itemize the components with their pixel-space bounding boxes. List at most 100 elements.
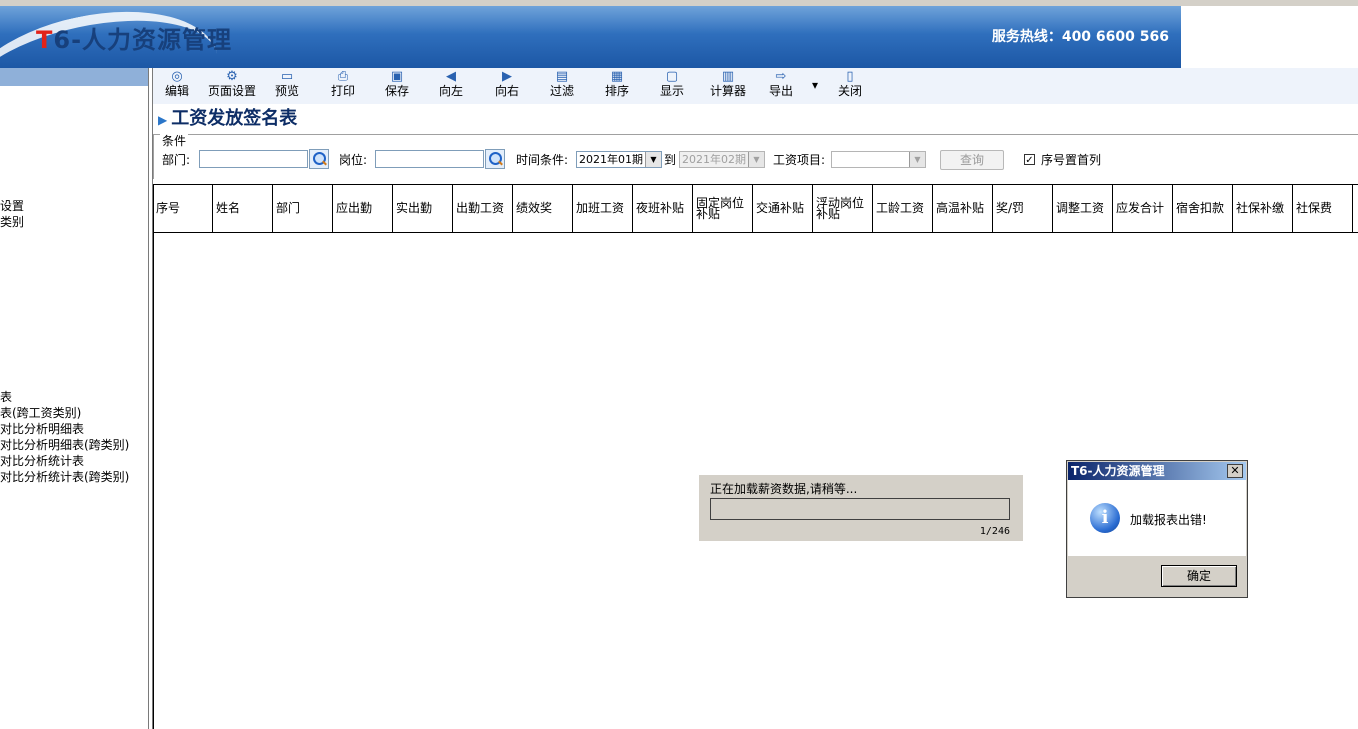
nav-item[interactable]: 设置: [0, 198, 24, 214]
column-header[interactable]: 奖/罚: [993, 185, 1053, 232]
toolbar: ◎ 编辑 ⚙ 页面设置 ▭ 预览 ⎙ 打印 ▣ 保存 ◀ 向左 ▶ 向右 ▤ 过滤 ▦ 排序 ▢ 显…: [153, 68, 1358, 104]
button-label: 保存: [384, 84, 409, 98]
export-dropdown-arrow[interactable]: ▾: [809, 78, 821, 92]
button-label: 关闭: [837, 84, 862, 98]
period-from-value: 2021年01期: [579, 153, 643, 166]
conditions-legend: 条件: [160, 134, 189, 148]
period-to-value: 2021年02期: [682, 153, 746, 166]
column-header[interactable]: 应出勤: [333, 185, 393, 232]
column-header[interactable]: 姓名: [213, 185, 273, 232]
post-search-button[interactable]: [485, 149, 505, 169]
column-header[interactable]: 序号: [153, 185, 213, 232]
column-header[interactable]: 工龄工资: [873, 185, 933, 232]
edit-button[interactable]: ◎ 编辑: [163, 69, 191, 99]
dialog-title: T6-人力资源管理: [1071, 464, 1165, 478]
preview-button[interactable]: ▭ 预览: [273, 69, 301, 99]
nav-item[interactable]: 表(跨工资类别): [0, 405, 81, 421]
to-label: 到: [664, 153, 677, 167]
button-label: 打印: [330, 84, 355, 98]
column-header[interactable]: 社保补缴: [1233, 185, 1293, 232]
nav-item[interactable]: 对比分析明细表(跨类别): [0, 437, 129, 453]
move-left-button[interactable]: ◀ 向左: [437, 69, 465, 99]
chevron-down-icon: ▼: [909, 152, 925, 167]
nav-item[interactable]: 类别: [0, 214, 24, 230]
nav-item[interactable]: 对比分析统计表: [0, 453, 84, 469]
loading-message: 正在加载薪资数据,请稍等...: [710, 482, 858, 496]
title-arrow-icon: ▶: [158, 113, 168, 127]
calculator-icon: ▥: [721, 69, 735, 84]
save-icon: ▣: [390, 69, 404, 84]
logo-letter: T: [36, 26, 54, 54]
dialog-close-button[interactable]: ✕: [1227, 464, 1243, 478]
export-button[interactable]: ⇨ 导出: [767, 69, 795, 99]
column-header[interactable]: 高温补贴: [933, 185, 993, 232]
column-header[interactable]: 加班工资: [573, 185, 633, 232]
arrow-left-icon: ◀: [446, 69, 456, 84]
dept-label: 部门:: [162, 153, 191, 167]
banner-blank: [1181, 6, 1358, 68]
nav-item[interactable]: 对比分析统计表(跨类别): [0, 469, 129, 485]
print-button[interactable]: ⎙ 打印: [329, 69, 357, 99]
progress-count: 1/246: [979, 526, 1010, 537]
edit-icon: ◎: [171, 69, 183, 84]
chevron-down-icon: ▾: [811, 78, 819, 92]
dept-input[interactable]: [199, 150, 308, 168]
button-label: 显示: [659, 84, 684, 98]
column-header[interactable]: 绩效奖: [513, 185, 573, 232]
export-icon: ⇨: [775, 69, 787, 84]
calculator-button[interactable]: ▥ 计算器: [708, 69, 748, 99]
nav-item[interactable]: 表: [0, 389, 12, 405]
salary-item-select[interactable]: ▼: [831, 151, 926, 168]
column-header[interactable]: 部门: [273, 185, 333, 232]
preview-icon: ▭: [280, 69, 294, 84]
arrow-right-icon: ▶: [502, 69, 512, 84]
close-button[interactable]: ▯ 关闭: [836, 69, 864, 99]
display-icon: ▢: [665, 69, 679, 84]
column-header[interactable]: 应发合计: [1113, 185, 1173, 232]
page-title: ▶ 工资发放签名表: [158, 104, 297, 130]
chevron-down-icon: ▼: [645, 152, 661, 167]
button-label: 排序: [604, 84, 629, 98]
button-label: 计算器: [709, 84, 746, 98]
seq-first-checkbox[interactable]: ✓: [1024, 154, 1035, 166]
report-grid-header: 序号 姓名 部门 应出勤 实出勤 出勤工资 绩效奖 加班工资 夜班补贴 固定岗位补贴 交通补贴 浮动岗…: [153, 184, 1358, 233]
ok-button[interactable]: 确定: [1161, 565, 1237, 587]
sort-button[interactable]: ▦ 排序: [603, 69, 631, 99]
display-button[interactable]: ▢ 显示: [658, 69, 686, 99]
print-icon: ⎙: [337, 69, 349, 84]
period-from-select[interactable]: 2021年01期 ▼: [576, 151, 662, 168]
close-book-icon: ▯: [846, 69, 854, 84]
column-header[interactable]: 宿舍扣款: [1173, 185, 1233, 232]
button-label: 导出: [768, 84, 793, 98]
column-header[interactable]: 出勤工资: [453, 185, 513, 232]
column-header[interactable]: 社保费: [1293, 185, 1353, 232]
save-button[interactable]: ▣ 保存: [383, 69, 411, 99]
page-setup-button[interactable]: ⚙ 页面设置: [207, 69, 257, 99]
dialog-message: 加载报表出错!: [1130, 513, 1207, 527]
button-label: 编辑: [164, 84, 189, 98]
seq-first-label: 序号置首列: [1041, 153, 1102, 167]
column-header[interactable]: 交通补贴: [753, 185, 813, 232]
left-navigation: 设置 类别 表 表(跨工资类别) 对比分析明细表 对比分析明细表(跨类别) 对比…: [0, 86, 148, 729]
column-header[interactable]: 浮动岗位补贴: [813, 185, 873, 232]
column-header[interactable]: 调整工资: [1053, 185, 1113, 232]
period-to-select[interactable]: 2021年02期 ▼: [679, 151, 765, 168]
dept-search-button[interactable]: [309, 149, 329, 169]
nav-item[interactable]: 对比分析明细表: [0, 421, 84, 437]
move-right-button[interactable]: ▶ 向右: [493, 69, 521, 99]
button-label: 向左: [438, 84, 463, 98]
post-label: 岗位:: [339, 153, 368, 167]
logo-text: 6-人力资源管理: [53, 26, 233, 54]
post-input[interactable]: [375, 150, 484, 168]
query-button[interactable]: 查询: [940, 150, 1004, 170]
page-setup-icon: ⚙: [226, 69, 238, 84]
salary-item-label: 工资项目:: [773, 153, 826, 167]
sort-icon: ▦: [610, 69, 624, 84]
button-label: 过滤: [549, 84, 574, 98]
grid-left-border: [153, 184, 154, 729]
filter-button[interactable]: ▤ 过滤: [548, 70, 576, 99]
column-header[interactable]: 夜班补贴: [633, 185, 693, 232]
column-header[interactable]: 实出勤: [393, 185, 453, 232]
column-header[interactable]: 固定岗位补贴: [693, 185, 753, 232]
button-label: 预览: [274, 84, 299, 98]
